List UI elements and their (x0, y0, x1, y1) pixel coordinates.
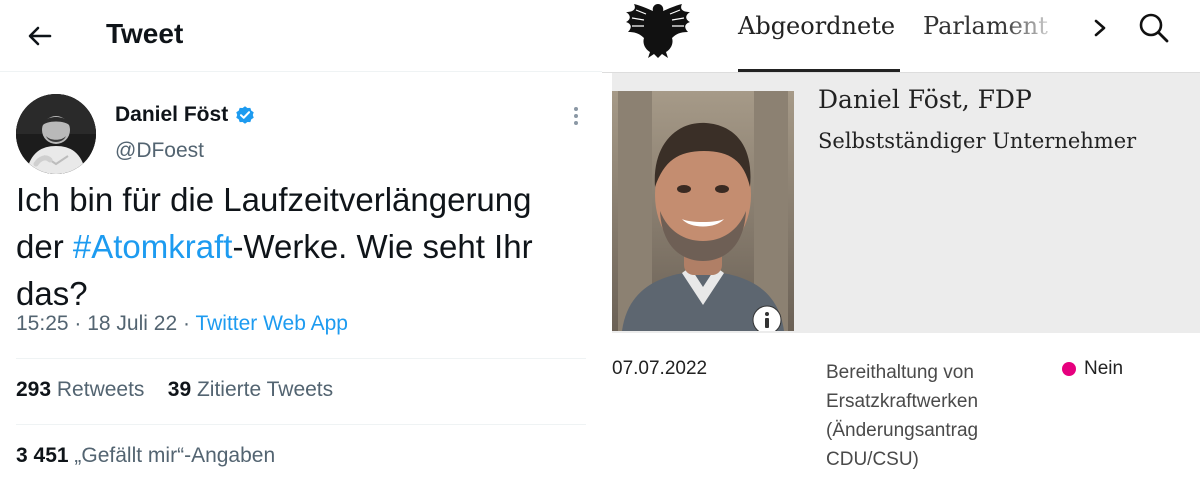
quotes-stat[interactable]: 39 Zitierte Tweets (168, 378, 333, 401)
likes-label: „Gefällt mir“-Angaben (74, 444, 276, 467)
tweet-source-app[interactable]: Twitter Web App (195, 312, 348, 335)
chevron-right-icon[interactable] (1090, 16, 1110, 40)
vote-status-dot (1062, 362, 1076, 376)
tweet-date[interactable]: 18 Juli 22 (87, 312, 177, 335)
retweets-count: 293 (16, 378, 52, 401)
tweet-timestamp: 15:25 · 18 Juli 22 · Twitter Web App (16, 312, 348, 335)
divider (16, 424, 586, 425)
retweets-stat[interactable]: 293 Retweets (16, 378, 144, 401)
divider (16, 358, 586, 359)
federal-eagle-icon[interactable] (624, 0, 692, 58)
quotes-label: Zitierte Tweets (196, 378, 334, 401)
vote-result: Nein (1062, 358, 1123, 380)
vote-topic[interactable]: Bereithaltung von Ersatzkraftwerken (Änd… (826, 358, 1026, 474)
top-navigation: Abgeordnete Parlament (602, 0, 1200, 72)
hashtag-link[interactable]: #Atomkraft (73, 228, 233, 265)
back-arrow-icon[interactable] (24, 20, 56, 52)
tweet-panel: Tweet Daniel Föst @DFoest Ich bin für di… (0, 0, 602, 486)
page-title: Tweet (106, 18, 184, 49)
tweet-header: Tweet (0, 0, 602, 72)
member-name: Daniel Föst, FDP (818, 85, 1032, 114)
likes-count: 3 451 (16, 444, 69, 467)
member-photo[interactable] (612, 91, 794, 331)
tweet-stats: 293 Retweets 39 Zitierte Tweets (16, 378, 333, 402)
tab-abgeordnete[interactable]: Abgeordnete (738, 12, 895, 40)
portrait-image (612, 91, 794, 331)
author-handle[interactable]: @DFoest (115, 139, 204, 163)
avatar-photo (16, 94, 96, 174)
likes-stat[interactable]: 3 451 „Gefällt mir“-Angaben (16, 444, 275, 468)
info-icon[interactable] (752, 305, 782, 331)
bundestag-panel: Abgeordnete Parlament Daniel Föst, FDP S… (602, 0, 1200, 486)
more-vertical-icon[interactable] (566, 104, 586, 128)
quotes-count: 39 (167, 378, 192, 401)
avatar[interactable] (16, 94, 96, 174)
member-card: Daniel Föst, FDP Selbstständiger Unterne… (612, 73, 1200, 333)
author-name-row: Daniel Föst (115, 103, 256, 127)
member-occupation: Selbstständiger Unternehmer (818, 129, 1137, 153)
vote-date: 07.07.2022 (612, 358, 708, 379)
retweets-label: Retweets (56, 378, 145, 401)
tab-overflow-fade (1002, 8, 1082, 52)
tweet-text: Ich bin für die Laufzeitverlängerung der… (16, 176, 586, 317)
vote-result-label: Nein (1084, 358, 1124, 379)
search-icon[interactable] (1136, 10, 1172, 46)
tweet-time[interactable]: 15:25 (16, 312, 69, 335)
verified-badge-icon (236, 106, 254, 124)
author-name[interactable]: Daniel Föst (115, 103, 228, 127)
